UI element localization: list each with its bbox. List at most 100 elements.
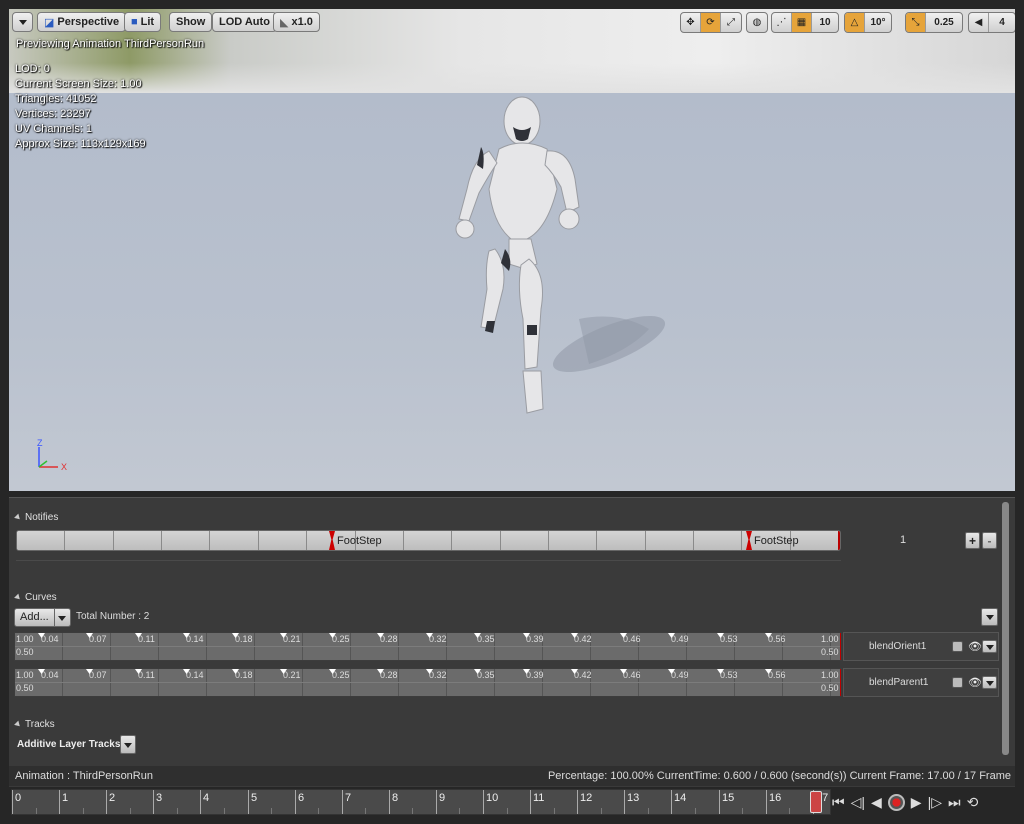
curve-tick-label: 0.28 xyxy=(380,670,398,680)
curve-checkbox[interactable] xyxy=(952,641,963,652)
frame-ruler[interactable]: 0 1 2 3 4 5 6 7 8 9 10 11 12 13 14 15 16 17 xyxy=(11,789,831,815)
frame-number: 9 xyxy=(439,792,446,804)
playback-speed-button[interactable]: ◣ x1.0 xyxy=(273,12,320,32)
skip-to-end-icon[interactable]: ⏭ xyxy=(948,792,961,812)
curve-tick-label: 0.39 xyxy=(526,634,544,644)
curve-tick-label: 0.49 xyxy=(671,634,689,644)
curve-tick-label: 0.18 xyxy=(235,634,253,644)
curve-name-label: blendParent1 xyxy=(869,677,929,688)
curve-end-marker xyxy=(840,669,841,696)
notify-footstep-2[interactable]: FootStep xyxy=(746,530,799,551)
curve-tick-label: 0.53 xyxy=(720,634,738,644)
status-playback-info: Percentage: 100.00% CurrentTime: 0.600 /… xyxy=(547,770,1011,782)
collapse-arrow-icon xyxy=(14,593,22,602)
record-icon[interactable] xyxy=(887,793,905,811)
camera-speed-icon[interactable]: ◀ xyxy=(969,13,989,32)
grid-snap-icon[interactable]: ▦ xyxy=(792,13,812,32)
loop-icon[interactable]: ⟲ xyxy=(967,792,979,812)
curve-tick-label: 0.46 xyxy=(623,634,641,644)
angle-snap-value[interactable]: 10° xyxy=(865,13,891,32)
curve-checkbox[interactable] xyxy=(952,677,963,688)
curve-tick-label: 0.21 xyxy=(283,670,301,680)
curve-row-blend-orient[interactable]: blendOrient1 👁 xyxy=(843,632,999,661)
scale-snap-value[interactable]: 0.25 xyxy=(926,13,962,32)
curve-track-blend-orient[interactable]: 1.00 0.50 1.00 0.50 0.04 0.07 0.11 0.14 0.18… xyxy=(14,632,842,661)
lod-button[interactable]: LOD Auto xyxy=(212,12,277,32)
notifies-header[interactable]: Notifies xyxy=(14,512,58,523)
scale-icon[interactable]: ⤢ xyxy=(721,13,741,32)
notify-marker-icon xyxy=(746,531,752,550)
play-reverse-icon[interactable]: ◀ xyxy=(871,792,882,812)
step-forward-icon[interactable]: |▷ xyxy=(928,792,942,812)
playhead-handle[interactable] xyxy=(810,791,822,813)
frame-number: 7 xyxy=(345,792,352,804)
perspective-button[interactable]: ◪ Perspective xyxy=(37,12,127,32)
animation-viewport[interactable]: ◪ Perspective ■ Lit Show LOD Auto ◣ x1.0… xyxy=(9,9,1015,491)
frame-minor-tick xyxy=(695,808,696,814)
frame-tick: 6 xyxy=(295,790,304,814)
curve-track-blend-parent[interactable]: 1.00 0.50 1.00 0.50 0.04 0.07 0.11 0.14 0.18… xyxy=(14,668,842,697)
lit-button[interactable]: ■ Lit xyxy=(124,12,162,32)
step-back-icon[interactable]: ◁| xyxy=(851,792,865,812)
frame-tick: 7 xyxy=(342,790,351,814)
curve-name-label: blendOrient1 xyxy=(869,641,927,652)
curves-options-dropdown[interactable] xyxy=(981,608,998,626)
curve-tick-label: 0.04 xyxy=(41,670,59,680)
camera-speed-group: ◀ 4 xyxy=(968,12,1015,33)
curves-header[interactable]: Curves xyxy=(14,592,57,603)
curve-tick-label: 0.53 xyxy=(720,670,738,680)
eye-icon[interactable]: 👁 xyxy=(968,676,982,689)
curve-row-blend-parent[interactable]: blendParent1 👁 xyxy=(843,668,999,697)
surface-snap-icon[interactable]: ⋰ xyxy=(772,13,792,32)
play-icon[interactable]: ▶ xyxy=(911,792,922,812)
frame-minor-tick xyxy=(648,808,649,814)
rotate-icon[interactable]: ⟳ xyxy=(701,13,721,32)
viewport-options-button[interactable] xyxy=(12,12,33,32)
panel-scrollbar[interactable] xyxy=(1002,502,1009,755)
collapse-arrow-icon xyxy=(14,513,22,522)
timeline-scrubber[interactable]: 0 1 2 3 4 5 6 7 8 9 10 11 12 13 14 15 16 17 ⏮ ◁| ◀ ▶ |▷ ⏭… xyxy=(9,788,1015,816)
stat-approx-size: Approx Size: 113x129x169 xyxy=(15,138,146,150)
angle-snap-group: △ 10° xyxy=(844,12,892,33)
tracks-header[interactable]: Tracks xyxy=(14,719,55,730)
notify-footstep-1[interactable]: FootStep xyxy=(329,530,382,551)
translate-icon[interactable]: ✥ xyxy=(681,13,701,32)
frame-minor-tick xyxy=(507,808,508,814)
stat-vertices: Vertices: 23297 xyxy=(15,108,91,120)
stat-screen-size: Current Screen Size: 1.00 xyxy=(15,78,142,90)
skip-to-start-icon[interactable]: ⏮ xyxy=(832,792,845,812)
curve-tick-label: 0.46 xyxy=(623,670,641,680)
remove-notify-track-button[interactable]: - xyxy=(982,532,997,549)
frame-tick: 16 xyxy=(766,790,781,814)
curve-tick-label: 0.11 xyxy=(138,634,155,644)
show-button[interactable]: Show xyxy=(169,12,213,32)
angle-snap-icon[interactable]: △ xyxy=(845,13,865,32)
add-notify-track-button[interactable]: + xyxy=(965,532,980,549)
chevron-down-icon xyxy=(985,680,994,686)
curve-dropdown[interactable] xyxy=(982,640,997,653)
add-curve-button[interactable]: Add... xyxy=(14,608,71,627)
scale-snap-icon[interactable]: ⤡ xyxy=(906,13,926,32)
add-curve-dropdown[interactable] xyxy=(54,608,71,627)
viewport-stats: LOD: 0 Current Screen Size: 1.00 Triangl… xyxy=(15,62,146,152)
frame-tick: 5 xyxy=(248,790,257,814)
frame-number: 16 xyxy=(769,792,782,804)
frame-tick: 1 xyxy=(59,790,68,814)
eye-icon[interactable]: 👁 xyxy=(968,640,982,653)
world-globe-icon[interactable]: ◍ xyxy=(747,13,767,32)
frame-tick: 4 xyxy=(200,790,209,814)
frame-number: 10 xyxy=(486,792,499,804)
stat-lod: LOD: 0 xyxy=(15,63,50,75)
curve-tick-label: 0.14 xyxy=(186,670,204,680)
frame-number: 15 xyxy=(722,792,735,804)
additive-layer-tracks-dropdown[interactable] xyxy=(120,735,136,754)
grid-snap-value[interactable]: 10 xyxy=(812,13,838,32)
camera-speed-value[interactable]: 4 xyxy=(989,13,1015,32)
curve-top-value: 1.00 xyxy=(16,670,34,680)
curve-tick-label: 0.25 xyxy=(332,634,350,644)
frame-tick: 2 xyxy=(106,790,115,814)
curve-dropdown[interactable] xyxy=(982,676,997,689)
frame-number: 11 xyxy=(533,792,545,804)
stat-uv-channels: UV Channels: 1 xyxy=(15,123,93,135)
notify-track[interactable] xyxy=(16,530,841,551)
